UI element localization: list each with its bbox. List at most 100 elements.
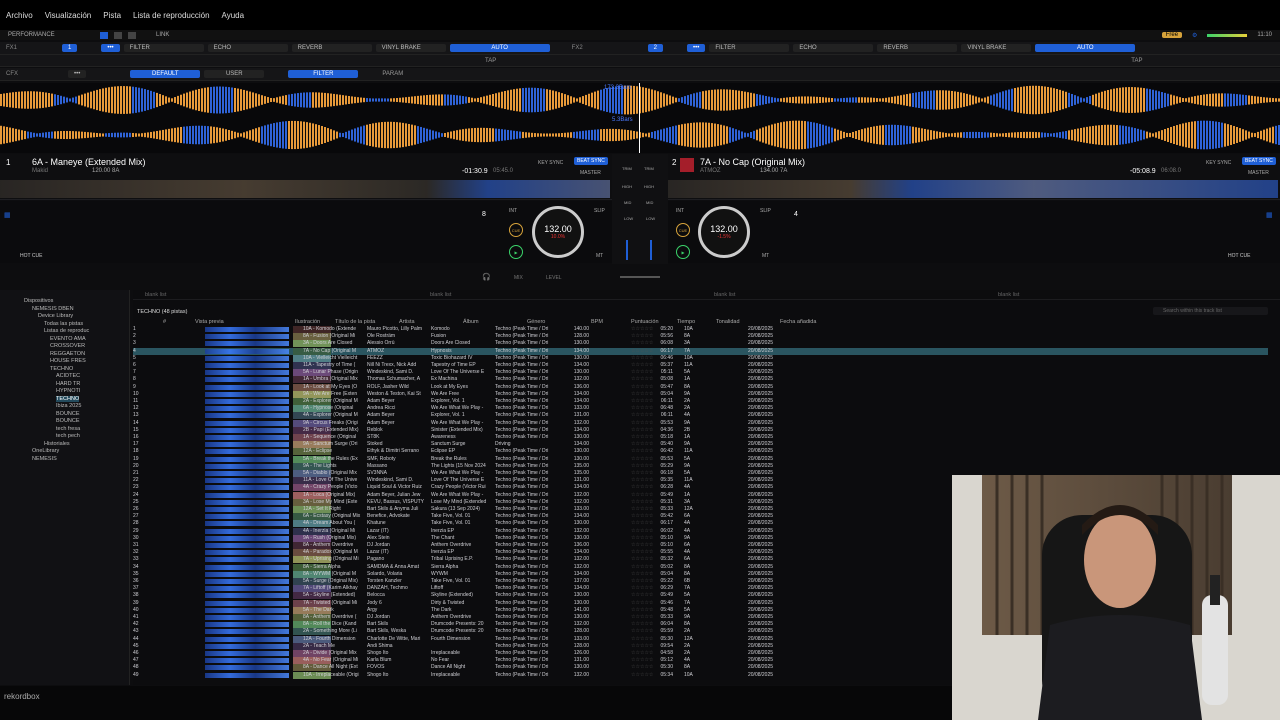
- table-row[interactable]: ☆☆☆☆☆ 4 7A - No Cap (Original M ATMOZ Hypnos…: [133, 347, 1268, 355]
- track-preview-waveform[interactable]: [205, 593, 289, 599]
- column-header[interactable]: Título de la pista: [335, 319, 375, 325]
- layout-icon-2[interactable]: [114, 31, 122, 39]
- fx2-effect-2[interactable]: ECHO: [793, 44, 874, 52]
- cfx-user-button[interactable]: USER: [204, 70, 265, 78]
- fx2-auto-button[interactable]: AUTO: [1035, 44, 1136, 52]
- sidebar-item[interactable]: EVENTO AMA: [50, 336, 86, 342]
- deck1-beatsync[interactable]: BEAT SYNC: [574, 157, 608, 165]
- fx2-effect-1[interactable]: FILTER: [709, 44, 790, 52]
- deck1-mini-waveform[interactable]: [0, 180, 610, 198]
- tab-4[interactable]: blank list: [998, 292, 1248, 298]
- deck1-grid-icon[interactable]: ▦: [4, 211, 11, 219]
- deck2-cue-button[interactable]: CUE: [676, 223, 690, 237]
- sidebar-item[interactable]: tech fresa: [56, 426, 80, 432]
- track-preview-waveform[interactable]: [205, 485, 289, 491]
- table-row[interactable]: ☆☆☆☆☆ 1 10A - Komodo (Extende Mauro Picotto…: [133, 326, 1268, 333]
- sidebar-item[interactable]: Historiales: [44, 441, 70, 447]
- fx1-tap-button[interactable]: TAP: [485, 58, 496, 64]
- plan-badge[interactable]: Free: [1161, 32, 1183, 38]
- track-preview-waveform[interactable]: [205, 370, 289, 376]
- track-preview-waveform[interactable]: [205, 528, 289, 534]
- track-preview-waveform[interactable]: [205, 615, 289, 620]
- sidebar-item[interactable]: OneLibrary: [32, 448, 59, 454]
- track-preview-waveform[interactable]: [205, 449, 289, 455]
- deck2-slip[interactable]: SLIP: [760, 208, 771, 214]
- track-preview-waveform[interactable]: [205, 471, 289, 476]
- track-preview-waveform[interactable]: [205, 399, 289, 404]
- sidebar-item[interactable]: Ibiza 2025: [56, 403, 81, 409]
- track-preview-waveform[interactable]: [205, 600, 289, 606]
- deck1-play-button[interactable]: ▶: [509, 245, 523, 259]
- track-preview-waveform[interactable]: [205, 672, 289, 678]
- track-preview-waveform[interactable]: [205, 535, 289, 541]
- table-row[interactable]: ☆☆☆☆☆ 2 8A - Fusion (Original Mi Ole Rosträ…: [133, 333, 1268, 341]
- deck2-master[interactable]: MASTER: [1248, 170, 1269, 176]
- table-row[interactable]: ☆☆☆☆☆ 13 4A - Explorer (Original M Adam Bey…: [133, 412, 1268, 420]
- sidebar-item[interactable]: NEMESIS: [32, 456, 57, 462]
- deck1-int[interactable]: INT: [509, 208, 517, 214]
- track-preview-waveform[interactable]: [205, 507, 289, 512]
- track-preview-waveform[interactable]: [205, 514, 289, 520]
- track-preview-waveform[interactable]: [205, 377, 289, 383]
- deck1-hotcue[interactable]: HOT CUE: [20, 253, 42, 259]
- sidebar-item[interactable]: HYPNOTI: [56, 388, 80, 394]
- sidebar-item[interactable]: TECHNO: [50, 366, 73, 372]
- table-row[interactable]: ☆☆☆☆☆ 17 9A - Sanctum Surge (Ori Stoked Sanc…: [133, 441, 1268, 449]
- column-header[interactable]: Vista previa: [195, 319, 224, 325]
- track-preview-waveform[interactable]: [205, 384, 289, 390]
- table-row[interactable]: ☆☆☆☆☆ 10 9A - We Are Free (Exten Weston & T…: [133, 390, 1268, 398]
- track-preview-waveform[interactable]: [205, 341, 289, 347]
- table-row[interactable]: ☆☆☆☆☆ 8 1A - Umbra (Original Mix Thomas Sch…: [133, 376, 1268, 384]
- table-row[interactable]: ☆☆☆☆☆ 20 9A - The Lights Massano The Lights …: [133, 462, 1268, 470]
- sidebar-item[interactable]: NEMESIS DBEN: [32, 306, 74, 312]
- track-preview-waveform[interactable]: [205, 435, 289, 440]
- menu-ayuda[interactable]: Ayuda: [222, 11, 245, 20]
- deck2-grid-icon[interactable]: ▦: [1266, 211, 1273, 219]
- mixer-mid-2[interactable]: MID: [646, 200, 653, 205]
- mixer-low-1[interactable]: LOW: [624, 216, 633, 221]
- track-preview-waveform[interactable]: [205, 427, 289, 433]
- track-preview-waveform[interactable]: [205, 579, 289, 584]
- table-row[interactable]: ☆☆☆☆☆ 5 10A - Vielleicht Vielleicht FEEZZ To…: [133, 354, 1268, 362]
- mix-label[interactable]: MIX: [514, 275, 523, 281]
- column-header[interactable]: Género: [527, 319, 545, 325]
- tab-3[interactable]: blank list: [714, 292, 998, 298]
- deck2-jogwheel[interactable]: 132.00 -1.5%: [698, 206, 750, 258]
- tab-1[interactable]: blank list: [145, 292, 430, 298]
- column-header[interactable]: Artista: [399, 319, 415, 325]
- track-preview-waveform[interactable]: [205, 643, 289, 649]
- track-preview-waveform[interactable]: [205, 521, 289, 527]
- fx2-tap-button[interactable]: TAP: [1131, 58, 1142, 64]
- track-preview-waveform[interactable]: [205, 543, 289, 548]
- sidebar-item[interactable]: REGGAETON: [50, 351, 85, 357]
- table-row[interactable]: ☆☆☆☆☆ 18 12A - Eclipse Ethyk & Dimitri Serr…: [133, 448, 1268, 456]
- track-preview-waveform[interactable]: [205, 420, 289, 426]
- track-preview-waveform[interactable]: [205, 442, 289, 448]
- mixer-trim-2[interactable]: TRIM: [644, 166, 654, 171]
- deck1-slip[interactable]: SLIP: [594, 208, 605, 214]
- sidebar-item[interactable]: ACIDTEC: [56, 373, 80, 379]
- track-preview-waveform[interactable]: [205, 607, 289, 613]
- track-preview-waveform[interactable]: [205, 478, 289, 484]
- sidebar-item[interactable]: Listas de reproduc: [44, 328, 89, 334]
- deck2-mt[interactable]: MT: [762, 253, 769, 259]
- deck1-jogwheel[interactable]: 132.00 10.0%: [532, 206, 584, 258]
- track-preview-waveform[interactable]: [205, 492, 289, 498]
- fx2-menu-button[interactable]: •••: [687, 44, 706, 52]
- column-header[interactable]: BPM: [591, 319, 603, 325]
- table-row[interactable]: ☆☆☆☆☆ 15 2B - Papi (Extended Mix) Reblok Sin…: [133, 426, 1268, 434]
- cfx-default-button[interactable]: DEFAULT: [130, 70, 201, 78]
- track-preview-waveform[interactable]: [205, 406, 289, 412]
- fx1-effect-2[interactable]: ECHO: [207, 44, 288, 52]
- table-row[interactable]: ☆☆☆☆☆ 12 6A - Hypnose (Original Andrea Ricc…: [133, 405, 1268, 413]
- track-preview-waveform[interactable]: [205, 665, 289, 671]
- deck1-master[interactable]: MASTER: [580, 170, 601, 176]
- sidebar-item[interactable]: Dispositivos: [24, 298, 53, 304]
- sidebar-item[interactable]: BOUNCE: [56, 418, 80, 424]
- link-button[interactable]: LINK: [156, 32, 169, 38]
- track-preview-waveform[interactable]: [205, 658, 289, 664]
- mixer-mid-1[interactable]: MID: [624, 200, 631, 205]
- deck2-mini-waveform[interactable]: [668, 180, 1278, 198]
- track-preview-waveform[interactable]: [205, 550, 289, 556]
- column-header[interactable]: Álbum: [463, 319, 479, 325]
